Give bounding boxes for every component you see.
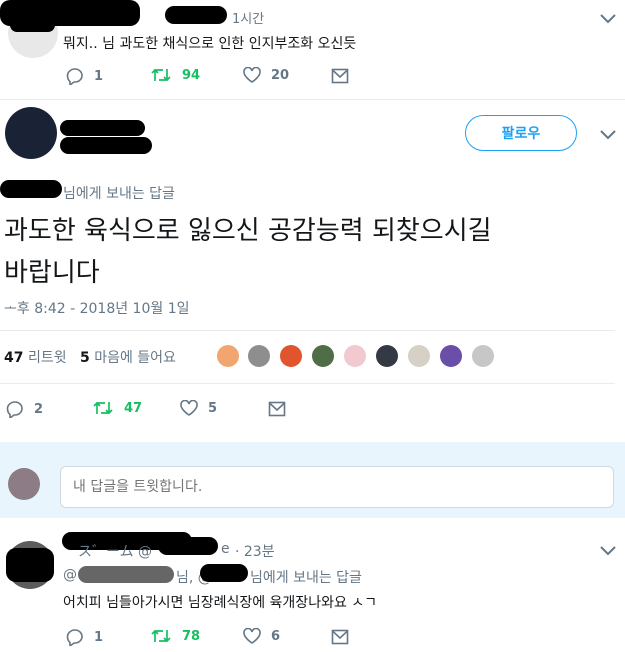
divider (0, 330, 615, 331)
tweet-text: 뭐지.. 님 과도한 채식으로 인한 인지부조화 오신듯 (63, 36, 357, 52)
chevron-down-icon[interactable] (598, 128, 618, 142)
liker-avatar[interactable] (217, 345, 239, 367)
heart-icon (180, 400, 198, 416)
liker-avatar[interactable] (376, 345, 398, 367)
message-icon[interactable] (331, 629, 349, 645)
retweet-button[interactable]: 78 (150, 628, 200, 644)
redacted-reply-target (78, 566, 174, 583)
message-icon[interactable] (268, 401, 286, 417)
liker-avatar[interactable] (440, 345, 462, 367)
reply-icon (66, 68, 83, 85)
retweet-stat-label: 리트윗 (27, 350, 67, 366)
redacted-reply-target (200, 564, 248, 582)
reply-icon (66, 629, 83, 646)
retweet-count: 78 (182, 628, 201, 644)
tweet-text-line-1: 과도한 육식으로 잃으신 공감능력 되찾으시길 (4, 216, 492, 246)
liker-avatar[interactable] (280, 345, 302, 367)
retweet-count: 47 (124, 400, 143, 416)
reply-to-label: 님에게 보내는 답글 (250, 570, 362, 586)
liker-avatar[interactable] (312, 345, 334, 367)
like-count: 5 (208, 400, 218, 416)
reply-count: 1 (94, 68, 104, 84)
follow-button[interactable]: 팔로우 (465, 115, 577, 151)
reply-count: 2 (34, 401, 44, 417)
retweet-stat[interactable]: 47 리트윗 (4, 347, 67, 367)
redacted-handle (60, 137, 152, 154)
tweet-time[interactable]: 1시간 (232, 8, 264, 27)
liker-avatar[interactable] (408, 345, 430, 367)
like-stat-label: 마음에 들어요 (94, 350, 176, 366)
tweet-timestamp[interactable]: ᅩ후 8:42 - 2018년 10월 1일 (4, 298, 190, 318)
avatar[interactable] (5, 107, 57, 159)
divider (0, 99, 625, 100)
retweet-stat-count: 47 (4, 350, 24, 366)
like-stat-count: 5 (80, 350, 90, 366)
reply-count: 1 (94, 629, 104, 645)
retweet-button[interactable]: 47 (92, 400, 142, 416)
redacted-reply-target (0, 180, 62, 198)
liker-avatar[interactable] (248, 345, 270, 367)
reply-to-prefix: @ (63, 567, 77, 583)
reply-to-label: 님에게 보내는 답글 (63, 186, 175, 202)
reply-button[interactable]: 2 (6, 400, 43, 418)
liker-avatar[interactable] (344, 345, 366, 367)
like-button[interactable]: 5 (180, 400, 217, 416)
redacted-avatar (6, 548, 54, 582)
like-stat[interactable]: 5 마음에 들어요 (80, 347, 176, 367)
like-button[interactable]: 20 (243, 67, 289, 83)
tweet-text: 어치피 님들아가시면 님장례식장에 육개장나와요 ㅅㄱ (63, 595, 378, 611)
like-count: 6 (271, 628, 281, 644)
retweet-icon (151, 68, 171, 82)
heart-icon (243, 67, 261, 83)
reply-icon (6, 401, 23, 418)
redacted-handle (158, 537, 218, 555)
liker-avatar[interactable] (472, 345, 494, 367)
tweet-handle-fragment: e (221, 541, 230, 557)
chevron-down-icon[interactable] (598, 12, 618, 26)
reply-input[interactable] (60, 466, 614, 508)
redacted-username (60, 120, 145, 136)
reply-button[interactable]: 1 (66, 67, 103, 85)
divider (0, 383, 615, 384)
redacted-username (10, 18, 55, 32)
retweet-button[interactable]: 94 (150, 67, 200, 83)
follow-label: 팔로우 (501, 126, 541, 142)
message-icon[interactable] (331, 68, 349, 84)
like-count: 20 (271, 67, 290, 83)
like-button[interactable]: 6 (243, 628, 280, 644)
avatar (8, 468, 40, 500)
retweet-icon (151, 629, 171, 643)
chevron-down-icon[interactable] (598, 544, 618, 558)
tweet-time[interactable]: · 23분 (235, 541, 275, 561)
tweet-text-line-2: 바랍니다 (4, 258, 100, 288)
retweet-icon (93, 401, 113, 415)
reply-composer (0, 442, 625, 518)
retweet-count: 94 (182, 67, 201, 83)
redacted-handle (165, 6, 227, 24)
reply-button[interactable]: 1 (66, 628, 103, 646)
heart-icon (243, 628, 261, 644)
tweet-author-fragment: ス゛ーム @ (78, 544, 153, 560)
